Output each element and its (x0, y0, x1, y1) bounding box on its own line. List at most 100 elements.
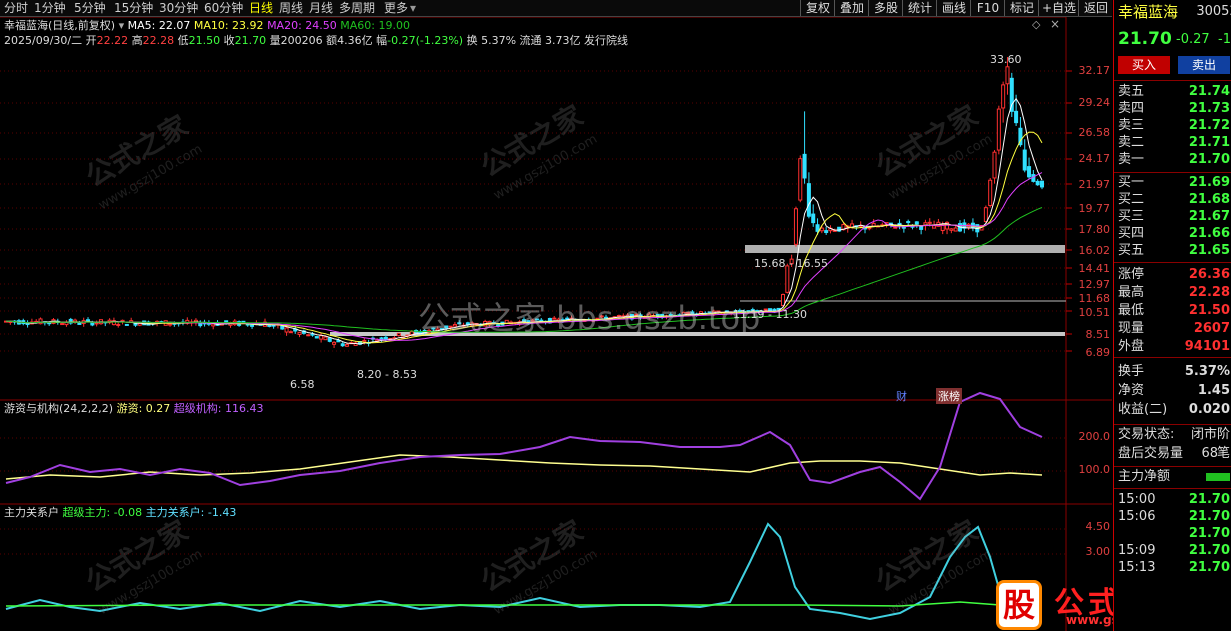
buy-level-row[interactable]: 买三 21.67 (1114, 209, 1231, 225)
sell-level-row[interactable]: 卖五 21.74 (1114, 84, 1231, 100)
tab-period-2[interactable]: 5分钟 (74, 0, 106, 16)
axis-tick: 32.17 (1078, 64, 1111, 77)
stat-row[interactable]: 外盘 94101 (1114, 339, 1231, 355)
indicator1-a: 游资: 0.27 (116, 402, 171, 415)
tab-period-10[interactable]: 更多 (384, 0, 408, 16)
stat-row[interactable]: 最高 22.28 (1114, 285, 1231, 301)
stat-row[interactable]: 最低 21.50 (1114, 303, 1231, 319)
info-low-label: 低 (177, 34, 189, 47)
diamond-icon[interactable]: ◇ (1032, 18, 1040, 31)
info-line: 2025/09/30/二 开22.22 高22.28 低21.50 收21.70… (4, 34, 628, 48)
quote-price: 21.70 (1118, 29, 1172, 49)
tab-period-7[interactable]: 周线 (279, 0, 303, 16)
buy-level-value: 21.69 (1188, 175, 1230, 190)
axis-tick: 16.02 (1078, 244, 1111, 257)
stat-value: 22.28 (1188, 285, 1230, 300)
stat2-row[interactable]: 收益(二) 0.020 (1114, 402, 1231, 418)
stat-value: 2607 (1193, 321, 1230, 336)
stat-label: 外盘 (1118, 339, 1145, 354)
toolbar-overlay[interactable]: 叠加 (834, 0, 869, 16)
ind2-axis-tick: 4.50 (1085, 520, 1111, 533)
close-icon[interactable]: × (1050, 17, 1060, 31)
axis-tick: 6.89 (1085, 346, 1111, 359)
trade-state-row: 交易状态: 闭市阶 (1114, 427, 1231, 443)
chevron-down-icon[interactable]: ▾ (410, 0, 416, 16)
tag-limit-up-list[interactable]: 涨榜 (936, 388, 962, 404)
info-date: 2025/09/30/二 (4, 34, 83, 47)
toolbar-stats[interactable]: 统计 (902, 0, 937, 16)
ma20-label: MA20: 24.50 (267, 19, 337, 32)
tab-period-9[interactable]: 多周期 (339, 0, 375, 16)
net-flow-label: 主力净额 (1118, 469, 1171, 484)
tick-row: 21.70 (1114, 526, 1231, 542)
indicator2-title[interactable]: 主力关系户 (4, 506, 59, 519)
tab-period-0[interactable]: 分时 (4, 0, 28, 16)
tick-row: 15:09 21.70 (1114, 543, 1231, 559)
expand-icon[interactable]: ▾ (119, 19, 125, 32)
indicator1-legend: 游资与机构(24,2,2,2) 游资: 0.27 超级机构: 116.43 (4, 402, 263, 416)
indicator1-b: 超级机构: 116.43 (173, 402, 264, 415)
tick-time: 15:13 (1118, 560, 1156, 575)
sell-level-row[interactable]: 卖一 21.70 (1114, 152, 1231, 168)
info-low: 21.50 (188, 34, 221, 47)
sell-level-label: 卖三 (1118, 118, 1145, 133)
sell-level-value: 21.70 (1188, 152, 1230, 167)
toolbar-back[interactable]: 返回 (1078, 0, 1113, 16)
tab-period-5[interactable]: 60分钟 (204, 0, 243, 16)
toolbar-draw[interactable]: 画线 (936, 0, 971, 16)
tick-time: 15:09 (1118, 543, 1156, 558)
tab-period-3[interactable]: 15分钟 (114, 0, 153, 16)
net-flow-row[interactable]: 主力净额 (1114, 469, 1231, 485)
quote-code: 300528 (1196, 4, 1231, 19)
toolbar-mark[interactable]: 标记 (1004, 0, 1039, 16)
sell-level-row[interactable]: 卖三 21.72 (1114, 118, 1231, 134)
info-float: 流通 3.73亿 (519, 34, 581, 47)
tick-time: 15:00 (1118, 492, 1156, 507)
stat-row[interactable]: 涨停 26.36 (1114, 267, 1231, 283)
tab-period-8[interactable]: 月线 (309, 0, 333, 16)
tick-row: 15:00 21.70 (1114, 492, 1231, 508)
toolbar-fuquan[interactable]: 复权 (800, 0, 835, 16)
buy-level-row[interactable]: 买一 21.69 (1114, 175, 1231, 191)
sell-level-row[interactable]: 卖四 21.73 (1114, 101, 1231, 117)
stat-label: 现量 (1118, 321, 1145, 336)
info-vol: 200206 (280, 34, 323, 47)
axis-tick: 8.51 (1085, 328, 1111, 341)
quote-panel: 幸福蓝海 300528 21.70 -0.27 -1. 买入 卖出 卖五 21.7… (1113, 0, 1231, 631)
tab-period-6[interactable]: 日线 (249, 0, 273, 16)
axis-tick: 21.97 (1078, 178, 1111, 191)
buy-button[interactable]: 买入 (1118, 56, 1170, 74)
info-high: 22.28 (142, 34, 175, 47)
toolbar-add-watch[interactable]: +自选 (1038, 0, 1079, 16)
indicator1-title[interactable]: 游资与机构(24,2,2,2) (4, 402, 113, 415)
info-high-label: 高 (131, 34, 143, 47)
stat-label: 涨停 (1118, 267, 1145, 282)
tick-price: 21.70 (1188, 526, 1230, 541)
stat2-label: 换手 (1118, 364, 1145, 379)
stat2-row[interactable]: 换手 5.37% (1114, 364, 1231, 380)
stat-value: 21.50 (1188, 303, 1230, 318)
tick-row: 15:06 21.70 (1114, 509, 1231, 525)
buy-level-row[interactable]: 买四 21.66 (1114, 226, 1231, 242)
sell-button[interactable]: 卖出 (1178, 56, 1230, 74)
tick-price: 21.70 (1188, 543, 1230, 558)
tab-period-1[interactable]: 1分钟 (34, 0, 66, 16)
ind1-axis-tick: 200.0 (1078, 430, 1111, 443)
stat2-value: 1.45 (1197, 383, 1230, 398)
sell-level-value: 21.71 (1188, 135, 1230, 150)
tag-finance[interactable]: 财 (896, 388, 907, 404)
buy-level-row[interactable]: 买二 21.68 (1114, 192, 1231, 208)
stat-row[interactable]: 现量 2607 (1114, 321, 1231, 337)
toolbar-f10[interactable]: F10 (970, 0, 1005, 16)
stat2-row[interactable]: 净资 1.45 (1114, 383, 1231, 399)
toolbar-multi[interactable]: 多股 (868, 0, 903, 16)
info-turnover: 换 5.37% (466, 34, 517, 47)
buy-level-row[interactable]: 买五 21.65 (1114, 243, 1231, 259)
stat-value: 26.36 (1188, 267, 1230, 282)
logo-icon: 股 (996, 580, 1042, 630)
stat2-value: 5.37% (1184, 364, 1230, 379)
tab-period-4[interactable]: 30分钟 (159, 0, 198, 16)
sell-level-row[interactable]: 卖二 21.71 (1114, 135, 1231, 151)
axis-tick: 10.51 (1078, 306, 1111, 319)
buy-level-label: 买二 (1118, 192, 1145, 207)
